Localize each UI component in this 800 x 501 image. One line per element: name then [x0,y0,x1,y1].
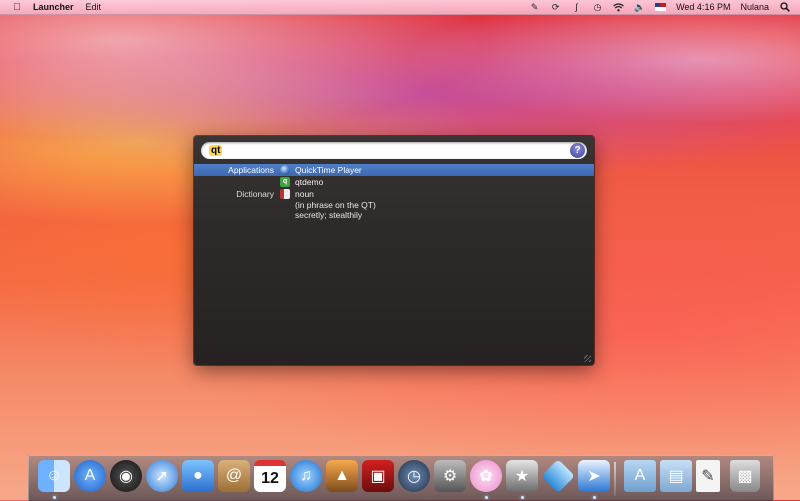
trash-icon[interactable]: ▩ [730,460,760,492]
app-store-icon[interactable]: A [74,460,106,492]
itunes-icon[interactable]: ♫ [290,460,322,492]
sync-icon[interactable]: ⟳ [550,2,561,13]
scripts-icon[interactable]: ✎ [529,2,540,13]
dashboard-icon[interactable]: ◉ [110,460,142,492]
spotlight-icon[interactable] [779,2,790,13]
help-button[interactable]: ? [570,143,585,158]
launcher-window: ? Applications QuickTime Player q qtdemo… [194,136,594,365]
menu-clock[interactable]: Wed 4:16 PM [676,2,730,12]
pdf-document-icon[interactable]: ✎ [696,460,720,492]
menu-edit[interactable]: Edit [86,2,102,12]
us-flag-icon[interactable] [655,3,667,11]
category-label: Applications [228,165,274,175]
dictionary-icon [280,189,290,199]
finder-icon[interactable]: ☺ [38,460,70,492]
rocket-app-icon[interactable]: ➤ [578,460,610,492]
running-indicator [521,496,524,499]
menu-bar:  Launcher Edit ✎ ⟳ ∫ ◷ 🔈 Wed 4:16 PM Nu… [0,0,800,15]
facetime-icon[interactable]: ● [182,460,214,492]
resize-grip[interactable] [584,355,591,362]
result-row-quicktime[interactable]: Applications QuickTime Player [194,164,594,176]
dock-separator [614,462,616,496]
result-label: noun [295,189,314,199]
definition-block: (in phrase on the QT) secretly; stealthi… [194,200,594,222]
running-indicator [593,496,596,499]
system-preferences-icon[interactable]: ⚙ [434,460,466,492]
photo-booth-icon[interactable]: ▣ [362,460,394,492]
search-field[interactable]: ? [201,142,587,159]
iphoto-icon[interactable]: ▲ [326,460,358,492]
flower-icon[interactable]: ✿ [470,460,502,492]
bluetooth-icon[interactable]: ∫ [571,2,582,13]
definition-line: (in phrase on the QT) [295,200,376,210]
documents-folder-icon[interactable]: ▤ [660,460,692,492]
time-machine-icon[interactable]: ◷ [398,460,430,492]
network-app-icon[interactable] [541,459,575,493]
category-label: Dictionary [236,189,274,199]
running-indicator [485,496,488,499]
wifi-icon[interactable] [613,2,624,13]
volume-icon[interactable]: 🔈 [634,2,645,13]
ical-icon[interactable]: 12 [254,460,286,492]
qtdemo-icon: q [280,177,290,187]
dock: ☺ A ◉ ➚ ● @ 12 ♫ ▲ ▣ ◷ ⚙ ✿ ★ ➤ A ▤ ✎ ▩ [28,455,774,501]
result-label: QuickTime Player [295,165,362,175]
menu-app-name[interactable]: Launcher [33,2,74,12]
result-row-qtdemo[interactable]: q qtdemo [194,176,594,188]
search-input[interactable] [211,143,551,158]
result-row-dictionary[interactable]: Dictionary noun [194,188,594,200]
safari-icon[interactable]: ➚ [146,460,178,492]
address-book-icon[interactable]: @ [218,460,250,492]
apple-menu-icon[interactable]:  [11,1,23,13]
menu-user[interactable]: Nulana [740,2,769,12]
applications-folder-icon[interactable]: A [624,460,656,492]
imovie-icon[interactable]: ★ [506,460,538,492]
definition-line: secretly; stealthily [295,210,363,220]
result-label: qtdemo [295,177,324,187]
running-indicator [53,496,56,499]
results-list: Applications QuickTime Player q qtdemo D… [194,164,594,222]
quicktime-icon [280,165,290,175]
time-machine-icon[interactable]: ◷ [592,2,603,13]
